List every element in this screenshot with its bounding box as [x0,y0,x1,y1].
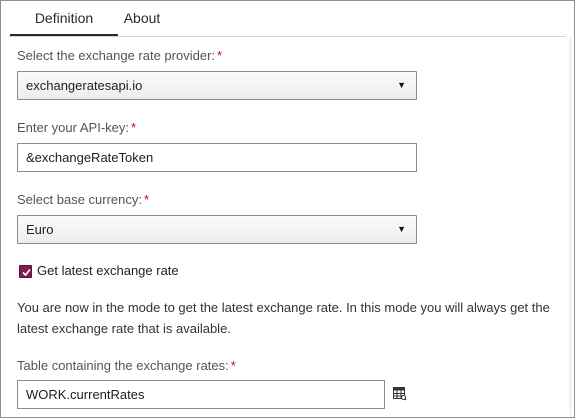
api-key-label-text: Enter your API-key: [17,120,129,135]
base-currency-select[interactable]: Euro ▼ [17,215,417,244]
required-marker: * [230,358,236,373]
base-currency-label: Select base currency: * [17,192,149,207]
table-input-value: WORK.currentRates [26,387,145,402]
check-icon [22,268,31,277]
provider-label-text: Select the exchange rate provider: [17,48,216,63]
api-key-value: &exchangeRateToken [26,150,154,165]
caret-down-icon: ▼ [397,224,406,234]
tab-definition-label: Definition [34,10,94,26]
latest-rate-checkbox-label[interactable]: Get latest exchange rate [37,263,179,278]
api-key-label: Enter your API-key: * [17,120,136,135]
table-browse-icon[interactable] [393,387,407,401]
mode-info-text: You are now in the mode to get the lates… [17,300,550,336]
required-marker: * [131,120,137,135]
provider-select[interactable]: exchangeratesapi.io ▼ [17,71,417,100]
latest-rate-checkbox[interactable] [19,265,32,278]
tab-about-label: About [123,10,161,26]
tab-about[interactable]: About [119,2,165,36]
tab-divider [9,36,566,37]
api-key-input[interactable]: &exchangeRateToken [17,143,417,172]
base-currency-value: Euro [26,222,54,237]
options-panel: Definition About Select the exchange rat… [0,0,575,418]
provider-select-value: exchangeratesapi.io [26,78,143,93]
base-currency-label-text: Select base currency: [17,192,143,207]
caret-down-icon: ▼ [397,80,406,90]
required-marker: * [217,48,223,63]
table-label: Table containing the exchange rates: * [17,358,236,373]
scrollbar[interactable] [569,37,572,415]
tab-definition[interactable]: Definition [10,2,118,36]
table-label-text: Table containing the exchange rates: [17,358,229,373]
tab-bar: Definition About [2,2,573,36]
required-marker: * [144,192,150,207]
table-input[interactable]: WORK.currentRates [17,380,385,409]
provider-label: Select the exchange rate provider: * [17,48,222,63]
